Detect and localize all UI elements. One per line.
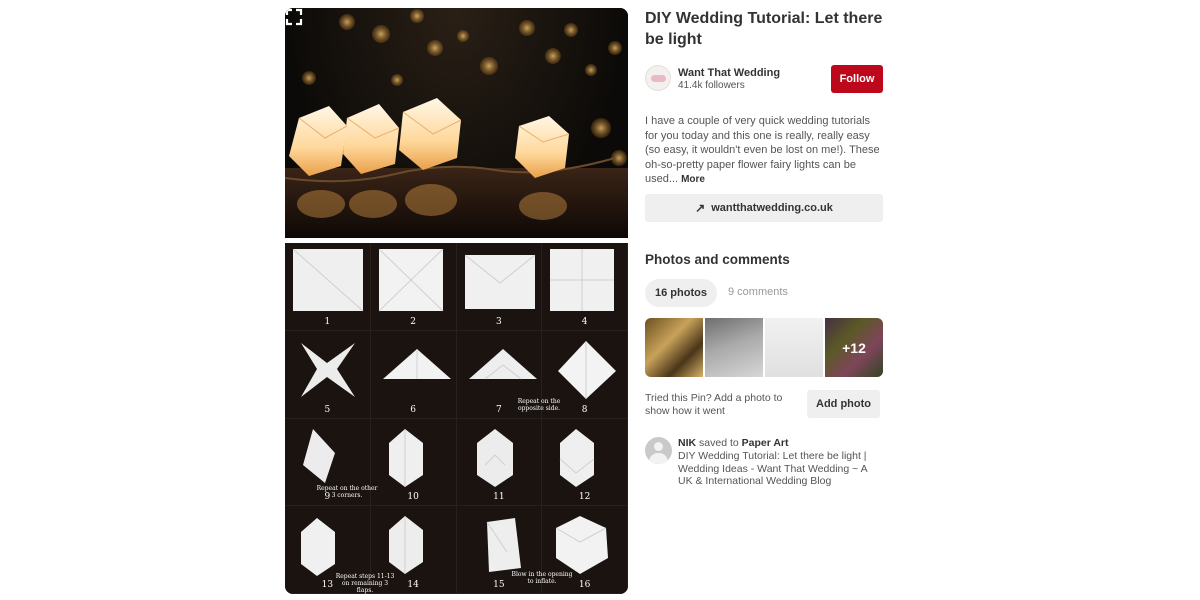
photo-thumbnail[interactable] xyxy=(705,318,763,377)
step-note-blow: Blow in the opening to inflate. xyxy=(511,571,573,585)
folded-paper-illustration xyxy=(464,254,535,309)
creator-row: Want That Wedding 41.4k followers Follow xyxy=(645,65,883,93)
fairy-lights-photo xyxy=(285,8,628,238)
step-note-corners: Repeat on the other 3 corners. xyxy=(316,485,378,499)
folded-paper-illustration xyxy=(388,428,423,487)
step-cell: 12 xyxy=(542,418,628,507)
pin-image[interactable]: 1 2 3 4 5 6 7 8 9 10 11 12 13 14 15 16 Repeat on the op… xyxy=(285,8,628,594)
photo-thumbnail[interactable] xyxy=(765,318,823,377)
step-number: 3 xyxy=(496,316,502,327)
folded-paper-illustration xyxy=(303,428,335,483)
step-cell: 2 xyxy=(370,243,457,331)
folded-paper-illustration xyxy=(468,348,537,380)
step-number: 4 xyxy=(581,316,588,327)
step-cell: 11 xyxy=(456,418,543,507)
step-number: 6 xyxy=(410,404,416,415)
step-cell: 5 xyxy=(285,330,371,419)
pin-title: DIY Wedding Tutorial: Let there be light xyxy=(645,10,883,48)
creator-name[interactable]: Want That Wedding xyxy=(678,67,780,79)
folding-steps-photo: 1 2 3 4 5 6 7 8 9 10 11 12 13 14 15 16 Repeat on the op… xyxy=(285,243,628,594)
step-number: 12 xyxy=(578,492,591,503)
step-number: 2 xyxy=(410,316,416,327)
pin-description: I have a couple of very quick wedding tu… xyxy=(645,114,883,188)
folded-paper-illustration xyxy=(558,340,617,399)
activity-summary: NIK saved to Paper Art xyxy=(678,437,789,449)
step-number: 11 xyxy=(493,492,505,503)
step-cell: 3 xyxy=(456,243,543,331)
activity-action: saved to xyxy=(699,437,739,449)
user-avatar[interactable] xyxy=(645,437,672,464)
follow-button[interactable]: Follow xyxy=(831,65,883,93)
source-link-label: wantthatwedding.co.uk xyxy=(711,202,833,214)
folded-paper-illustration xyxy=(301,518,335,577)
source-link-button[interactable]: ↗ wantthatwedding.co.uk xyxy=(645,194,883,222)
step-cell: 1 xyxy=(285,243,371,331)
tried-pin-prompt: Tried this Pin? Add a photo to show how … xyxy=(645,392,783,417)
tab-photos[interactable]: 16 photos xyxy=(645,279,717,307)
photo-thumbnails: +12 xyxy=(645,318,883,377)
more-photos-count: +12 xyxy=(825,318,883,377)
photo-thumbnail-more[interactable]: +12 xyxy=(825,318,883,377)
step-note-steps: Repeat steps 11-13 on remaining 3 flaps. xyxy=(335,573,395,594)
step-note-opposite: Repeat on the opposite side. xyxy=(517,398,561,412)
folded-paper-illustration xyxy=(378,249,444,312)
tab-comments[interactable]: 9 comments xyxy=(728,286,788,298)
activity-board[interactable]: Paper Art xyxy=(742,437,789,449)
more-link[interactable]: More xyxy=(681,174,705,185)
folded-paper-illustration xyxy=(388,516,423,575)
step-cell: 4 xyxy=(542,243,628,331)
steps-grid: 1 2 3 4 5 6 7 8 9 10 11 12 13 14 15 16 xyxy=(285,243,628,594)
pin-details: DIY Wedding Tutorial: Let there be light… xyxy=(645,8,885,487)
folded-paper-illustration xyxy=(550,249,615,311)
add-photo-button[interactable]: Add photo xyxy=(807,390,880,418)
activity-pin-text[interactable]: DIY Wedding Tutorial: Let there be light… xyxy=(678,450,883,488)
folded-paper-illustration xyxy=(382,348,451,379)
photo-thumbnail[interactable] xyxy=(645,318,703,377)
creator-avatar[interactable] xyxy=(645,65,671,91)
external-link-icon: ↗ xyxy=(695,201,706,215)
step-number: 5 xyxy=(324,404,331,415)
folded-paper-illustration xyxy=(301,342,355,397)
step-cell: 6 xyxy=(370,330,457,419)
expand-icon[interactable] xyxy=(285,8,303,26)
fairy-lights-illustration xyxy=(285,9,628,238)
folded-paper-illustration xyxy=(476,428,513,487)
creator-followers: 41.4k followers xyxy=(678,80,745,91)
step-number: 10 xyxy=(407,492,419,503)
activity-user[interactable]: NIK xyxy=(678,437,696,449)
folded-paper-illustration xyxy=(293,249,364,312)
folded-paper-illustration xyxy=(559,428,595,487)
activity-item: NIK saved to Paper Art DIY Wedding Tutor… xyxy=(645,437,883,497)
step-number: 1 xyxy=(324,316,331,327)
photos-comments-title: Photos and comments xyxy=(645,252,790,267)
step-cell: 10 xyxy=(370,418,457,507)
